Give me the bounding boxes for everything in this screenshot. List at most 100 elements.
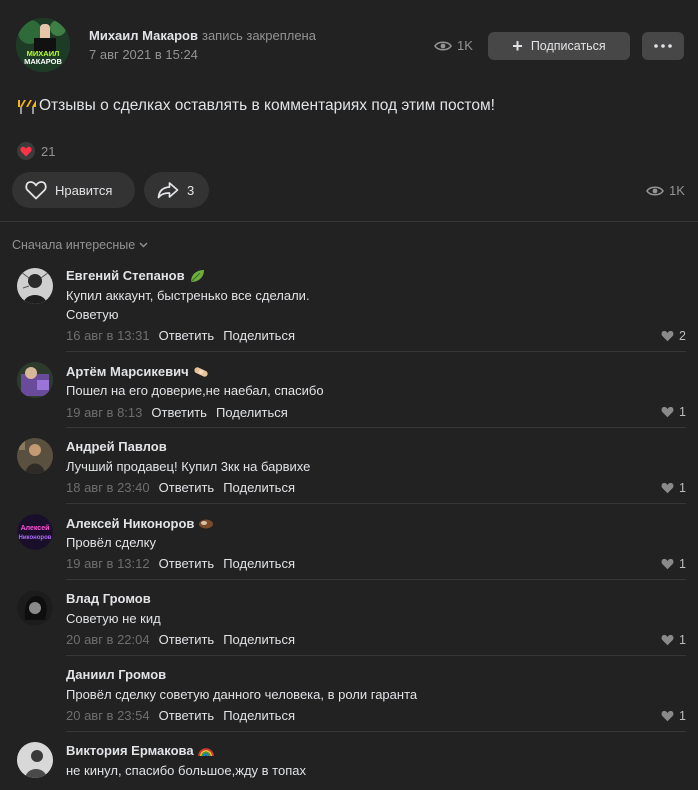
sort-label: Сначала интересные (12, 238, 136, 252)
comment-date[interactable]: 19 авг в 8:13 (66, 405, 142, 420)
share-link[interactable]: Поделиться (223, 480, 295, 495)
comment-like-count: 1 (679, 405, 686, 419)
comments-sort-dropdown[interactable]: Сначала интересные (12, 238, 148, 252)
comment-meta: 19 авг в 13:12 Ответить Поделиться (66, 556, 295, 571)
comment-like-count: 2 (679, 329, 686, 343)
share-arrow-icon (157, 182, 179, 199)
share-link[interactable]: Поделиться (223, 708, 295, 723)
commenter-name-line: Алексей Никоноров (66, 516, 214, 531)
heart-icon (661, 406, 674, 418)
reply-link[interactable]: Ответить (159, 556, 215, 571)
heart-icon (661, 330, 674, 342)
comment-text: Провёл сделку (66, 535, 156, 550)
share-link[interactable]: Поделиться (223, 328, 295, 343)
heart-icon (661, 710, 674, 722)
pinned-note: запись закреплена (201, 28, 316, 43)
commenter-avatar[interactable] (17, 438, 53, 474)
reactions-count: 21 (41, 143, 56, 159)
author-avatar-image: МИХАИЛ МАКАРОВ (16, 18, 70, 72)
comment-like-button[interactable]: 1 (661, 481, 686, 495)
share-button[interactable]: 3 (144, 172, 209, 208)
share-link[interactable]: Поделиться (223, 556, 295, 571)
commenter-avatar[interactable]: Алексей Никоноров (17, 514, 53, 550)
subscribe-button[interactable]: + Подписаться (488, 32, 630, 60)
author-name[interactable]: Михаил Макаров (89, 28, 198, 43)
comment-like-count: 1 (679, 481, 686, 495)
comment-like-count: 1 (679, 633, 686, 647)
comment-like-button[interactable]: 1 (661, 709, 686, 723)
heart-outline-icon (25, 181, 47, 200)
comment-date[interactable]: 18 авг в 23:40 (66, 480, 150, 495)
avatar-image (17, 438, 53, 474)
commenter-name-line: Виктория Ермакова (66, 743, 214, 758)
avatar-text-2: Никоноров (19, 535, 52, 541)
commenter-name-line: Евгений Степанов (66, 268, 205, 283)
reply-link[interactable]: Ответить (159, 632, 215, 647)
views-count-top: 1K (457, 38, 473, 53)
comment-divider (66, 731, 686, 732)
subscribe-label: Подписаться (530, 39, 606, 53)
commenter-avatar[interactable] (17, 268, 53, 304)
comment-text: не кинул, спасибо большое,жду в топах (66, 763, 306, 778)
avatar-image: Алексей Никоноров (17, 514, 53, 550)
author-line: Михаил Макаров запись закреплена (89, 28, 316, 43)
avatar-text-1: Алексей (21, 524, 50, 532)
comment-meta: 16 авг в 13:31 Ответить Поделиться (66, 328, 295, 343)
comment-text: Провёл сделку советую данного человека, … (66, 687, 418, 702)
comment-meta: 20 авг в 22:04 Ответить Поделиться (66, 632, 295, 647)
commenter-name-line: Влад Громов (66, 591, 151, 606)
avatar-image (17, 590, 53, 626)
reply-link[interactable]: Ответить (151, 405, 207, 420)
avatar-image (17, 362, 53, 398)
reactions-summary[interactable]: 21 (17, 142, 55, 160)
comment-text: Купил аккаунт, быстренько все сделали. (66, 288, 310, 303)
commenter-avatar[interactable] (17, 362, 53, 398)
reply-link[interactable]: Ответить (159, 708, 215, 723)
more-options-button[interactable] (642, 32, 684, 60)
eye-icon (646, 185, 664, 196)
commenter-name[interactable]: Виктория Ермакова (66, 743, 194, 758)
post-header: МИХАИЛ МАКАРОВ Михаил Макаров запись закр… (0, 0, 698, 90)
share-link[interactable]: Поделиться (216, 405, 288, 420)
commenter-name[interactable]: Влад Громов (66, 591, 151, 606)
reply-link[interactable]: Ответить (159, 480, 215, 495)
like-label: Нравится (55, 182, 113, 198)
comment-like-button[interactable]: 1 (661, 633, 686, 647)
rainbow-icon (197, 747, 214, 756)
comment-like-button[interactable]: 2 (661, 329, 686, 343)
comment-date[interactable]: 19 авг в 13:12 (66, 556, 150, 571)
like-button[interactable]: Нравится (12, 172, 135, 208)
coconut-icon (199, 519, 214, 528)
comment-meta: 19 авг в 8:13 Ответить Поделиться (66, 405, 288, 420)
comment-meta: 20 авг в 23:54 Ответить Поделиться (66, 708, 295, 723)
post-text-content: Отзывы о сделках оставлять в комментария… (39, 97, 495, 114)
reply-link[interactable]: Ответить (159, 328, 215, 343)
heart-reaction-icon (17, 142, 35, 160)
commenter-name[interactable]: Евгений Степанов (66, 268, 185, 283)
post-separator (0, 221, 698, 222)
commenter-name[interactable]: Даниил Громов (66, 667, 166, 682)
commenter-name[interactable]: Артём Марсикевич (66, 364, 189, 379)
comment-date[interactable]: 20 авг в 23:54 (66, 708, 150, 723)
views-counter-bottom: 1K (646, 183, 685, 198)
eye-icon (434, 40, 452, 51)
commenter-name[interactable]: Андрей Павлов (66, 439, 167, 454)
share-count: 3 (187, 182, 195, 198)
comment-like-button[interactable]: 1 (661, 557, 686, 571)
comment-like-button[interactable]: 1 (661, 405, 686, 419)
comment-divider (66, 579, 686, 580)
post-text: Отзывы о сделках оставлять в комментария… (17, 97, 495, 115)
commenter-name-line: Андрей Павлов (66, 439, 167, 454)
commenter-avatar[interactable] (17, 590, 53, 626)
leaf-icon (190, 269, 204, 282)
comment-date[interactable]: 20 авг в 22:04 (66, 632, 150, 647)
commenter-avatar[interactable] (17, 742, 53, 778)
commenter-name[interactable]: Алексей Никоноров (66, 516, 194, 531)
comment-date[interactable]: 16 авг в 13:31 (66, 328, 150, 343)
author-avatar[interactable]: МИХАИЛ МАКАРОВ (16, 18, 70, 72)
views-counter-top: 1K (434, 38, 473, 53)
post-date[interactable]: 7 авг 2021 в 15:24 (89, 47, 198, 62)
comment-divider (66, 427, 686, 428)
share-link[interactable]: Поделиться (223, 632, 295, 647)
comment-meta: 18 авг в 23:40 Ответить Поделиться (66, 480, 295, 495)
